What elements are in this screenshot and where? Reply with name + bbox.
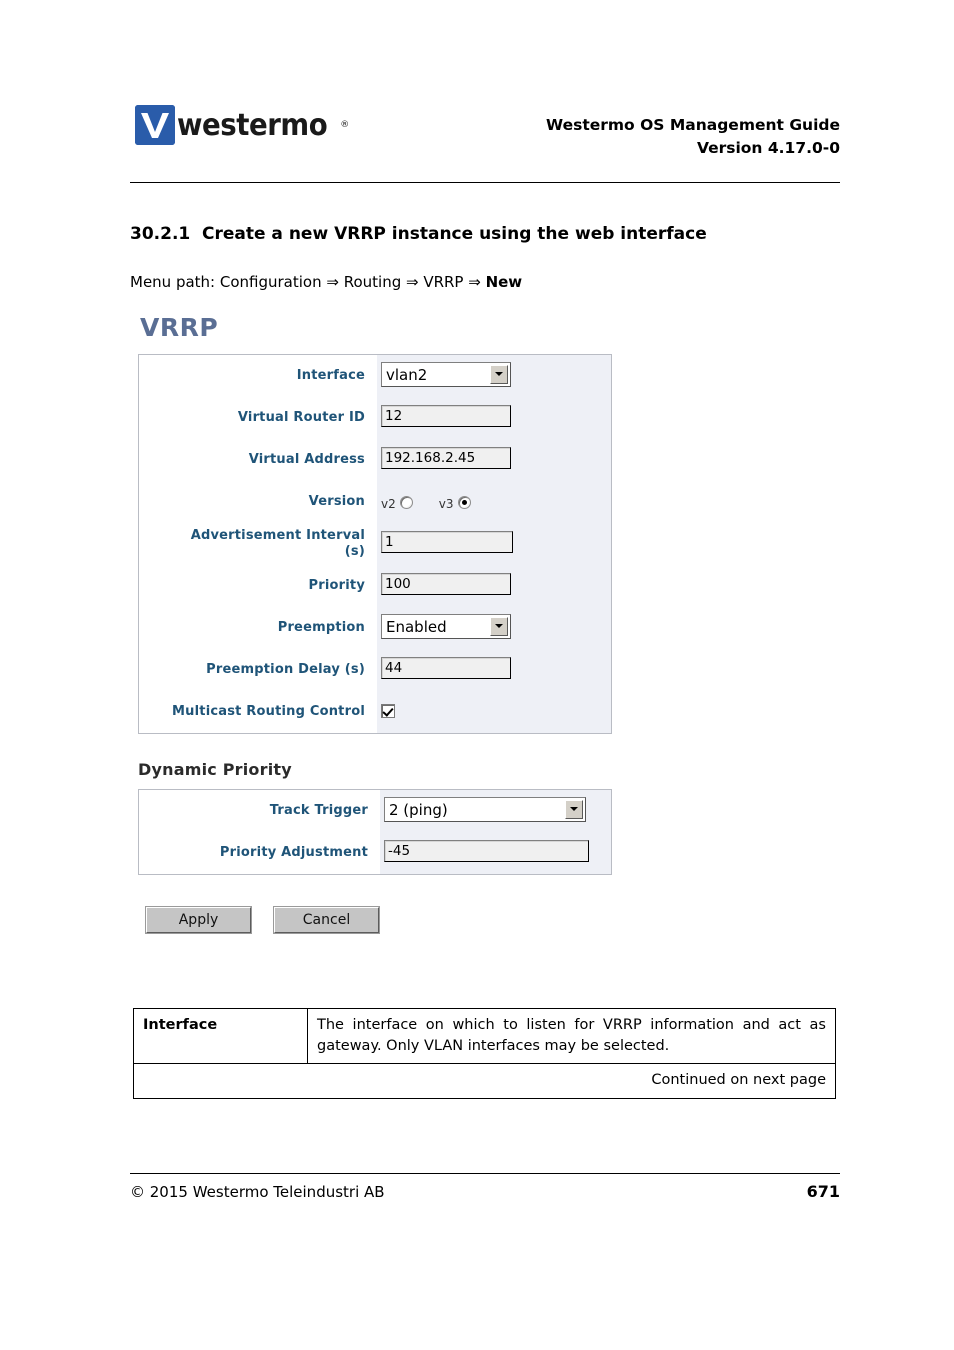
cancel-button[interactable]: Cancel xyxy=(273,906,380,934)
label-interface: Interface xyxy=(296,367,365,383)
label-track-trigger: Track Trigger xyxy=(269,802,368,818)
page-header: westermo ® Westermo OS Management Guide V… xyxy=(130,100,840,182)
chevron-down-icon[interactable] xyxy=(490,364,508,384)
field-description-table: Interface The interface on which to list… xyxy=(133,1007,836,1099)
dynamic-priority-panel: Track Trigger 2 (ping) Priority Adjustme… xyxy=(138,789,612,875)
field-row-interface: Interface vlan2 xyxy=(139,355,611,397)
control-priority-adjustment: -45 xyxy=(374,840,611,866)
form-actions: Apply Cancel xyxy=(145,906,838,934)
vrrp-heading: VRRP xyxy=(140,313,219,342)
header-doc-info: Westermo OS Management Guide Version 4.1… xyxy=(546,114,840,161)
field-row-preemption: Preemption Enabled xyxy=(139,607,611,649)
control-multicast-routing-control xyxy=(371,703,611,722)
control-virtual-router-id: 12 xyxy=(371,405,611,431)
control-preemption: Enabled xyxy=(371,613,611,643)
table-row-continued: Continued on next page xyxy=(133,1063,836,1099)
section-number: 30.2.1 xyxy=(130,224,191,244)
label-preemption-delay: Preemption Delay (s) xyxy=(206,661,365,677)
control-version: v2 v3 xyxy=(371,495,611,511)
preemption-select-value: Enabled xyxy=(386,617,447,636)
logo-wordmark: westermo xyxy=(177,107,328,143)
priority-adjustment-input[interactable]: -45 xyxy=(384,840,589,862)
track-trigger-select-value: 2 (ping) xyxy=(389,800,448,819)
control-interface: vlan2 xyxy=(371,361,611,391)
field-row-track-trigger: Track Trigger 2 (ping) xyxy=(139,790,611,832)
document-title: Westermo OS Management Guide xyxy=(546,116,840,134)
label-advertisement-interval-line2: (s) xyxy=(344,544,365,559)
version-option-v3-label: v3 xyxy=(438,497,454,511)
page-footer: © 2015 Westermo Teleindustri AB 671 xyxy=(130,1182,840,1201)
table-cell-term: Interface xyxy=(133,1007,308,1065)
interface-select-value: vlan2 xyxy=(386,365,428,384)
breadcrumb: Menu path: Configuration ⇒ Routing ⇒ VRR… xyxy=(130,273,522,291)
label-multicast-routing-control: Multicast Routing Control xyxy=(172,703,365,719)
virtual-address-input[interactable]: 192.168.2.45 xyxy=(381,447,511,469)
radio-v3-icon[interactable] xyxy=(457,495,471,509)
preemption-delay-input[interactable]: 44 xyxy=(381,657,511,679)
menu-path-last: New xyxy=(485,273,523,291)
apply-button[interactable]: Apply xyxy=(145,906,252,934)
control-preemption-delay: 44 xyxy=(371,657,611,683)
version-option-v2[interactable]: v2 xyxy=(381,495,413,511)
field-row-priority-adjustment: Priority Adjustment -45 xyxy=(139,832,611,874)
field-row-multicast-routing-control: Multicast Routing Control xyxy=(139,691,611,733)
document-version: Version 4.17.0-0 xyxy=(696,139,840,158)
chevron-down-icon[interactable] xyxy=(490,616,508,636)
control-virtual-address: 192.168.2.45 xyxy=(371,447,611,473)
label-advertisement-interval: Advertisement Interval (s) xyxy=(139,528,371,561)
label-priority-adjustment: Priority Adjustment xyxy=(219,844,368,860)
footer-divider xyxy=(130,1173,840,1174)
version-option-v2-label: v2 xyxy=(381,497,396,511)
label-virtual-address: Virtual Address xyxy=(248,451,365,467)
field-row-virtual-router-id: Virtual Router ID 12 xyxy=(139,397,611,439)
dynamic-priority-heading: Dynamic Priority xyxy=(138,760,292,779)
interface-select[interactable]: vlan2 xyxy=(381,361,511,387)
label-version: Version xyxy=(308,493,365,509)
page-title: 30.2.1 Create a new VRRP instance using t… xyxy=(130,224,707,244)
label-advertisement-interval-line1: Advertisement Interval xyxy=(190,527,365,543)
priority-input[interactable]: 100 xyxy=(381,573,511,595)
label-priority: Priority xyxy=(308,577,365,593)
field-row-virtual-address: Virtual Address 192.168.2.45 xyxy=(139,439,611,481)
logo-registered-icon: ® xyxy=(340,120,350,130)
field-row-advertisement-interval: Advertisement Interval (s) 1 xyxy=(139,523,611,565)
advertisement-interval-input[interactable]: 1 xyxy=(381,531,513,553)
version-option-v3[interactable]: v3 xyxy=(438,495,471,511)
field-row-priority: Priority 100 xyxy=(139,565,611,607)
track-trigger-select[interactable]: 2 (ping) xyxy=(384,796,586,822)
web-interface-screenshot: VRRP Interface vlan2 Virtual Router ID 1… xyxy=(138,313,838,934)
header-divider xyxy=(130,182,840,183)
field-row-version: Version v2 v3 xyxy=(139,481,611,523)
copyright-text: © 2015 Westermo Teleindustri AB xyxy=(130,1183,385,1201)
control-advertisement-interval: 1 xyxy=(371,531,611,557)
radio-v2-icon[interactable] xyxy=(399,495,413,509)
virtual-router-id-input[interactable]: 12 xyxy=(381,405,511,427)
control-priority: 100 xyxy=(371,573,611,599)
version-radio-group: v2 v3 xyxy=(381,495,611,511)
control-track-trigger: 2 (ping) xyxy=(374,796,611,826)
label-virtual-router-id: Virtual Router ID xyxy=(237,409,365,425)
label-preemption: Preemption xyxy=(277,619,365,635)
vrrp-form-panel: Interface vlan2 Virtual Router ID 12 Vir… xyxy=(138,354,612,734)
westermo-logo: westermo ® xyxy=(135,105,349,145)
field-row-preemption-delay: Preemption Delay (s) 44 xyxy=(139,649,611,691)
table-cell-definition: The interface on which to listen for VRR… xyxy=(307,1007,836,1065)
table-row: Interface The interface on which to list… xyxy=(133,1007,836,1065)
chevron-down-icon[interactable] xyxy=(565,799,583,819)
menu-path-prefix: Menu path: Configuration ⇒ Routing ⇒ VRR… xyxy=(130,273,486,291)
continued-on-next-page: Continued on next page xyxy=(133,1063,836,1099)
preemption-select[interactable]: Enabled xyxy=(381,613,511,639)
page-number: 671 xyxy=(806,1182,840,1201)
westermo-logo-mark-icon xyxy=(135,105,175,145)
section-title: Create a new VRRP instance using the web… xyxy=(202,224,707,244)
multicast-routing-control-checkbox[interactable] xyxy=(381,703,395,718)
